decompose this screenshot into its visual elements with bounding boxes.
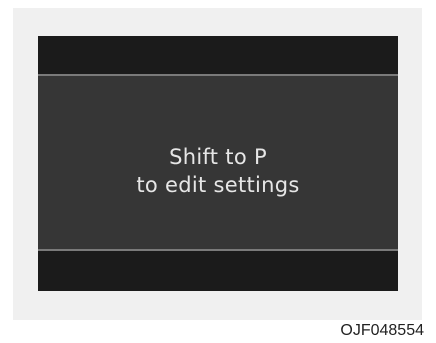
- figure-code: OJF048554: [340, 322, 424, 339]
- settings-message: Shift to P to edit settings: [38, 143, 398, 199]
- top-divider: [38, 74, 398, 76]
- bottom-band: [38, 251, 398, 291]
- message-line-1: Shift to P: [169, 145, 267, 169]
- display-frame: Shift to P to edit settings: [13, 8, 422, 320]
- top-band: [38, 36, 398, 74]
- cluster-screen: Shift to P to edit settings: [38, 36, 398, 291]
- message-line-2: to edit settings: [136, 173, 300, 197]
